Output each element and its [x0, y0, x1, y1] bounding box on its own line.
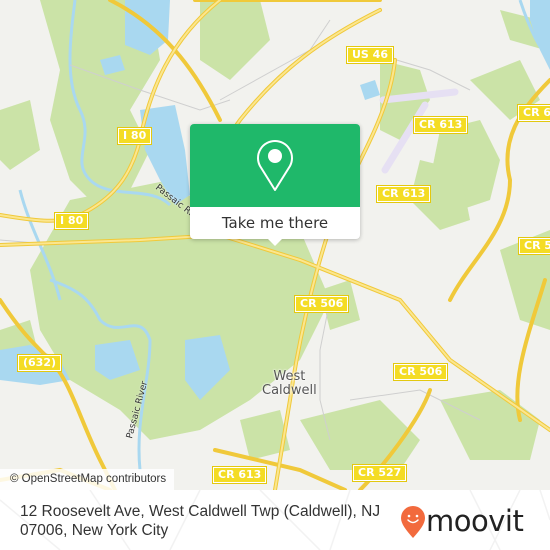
location-popup: Take me there: [190, 124, 360, 246]
road-shield-cr613: CR 613: [211, 466, 268, 484]
road-shield-cr613: CR 613: [412, 116, 469, 134]
take-me-there-button[interactable]: Take me there: [190, 207, 360, 239]
popup-header: [190, 124, 360, 207]
footer: 12 Roosevelt Ave, West Caldwell Twp (Cal…: [0, 490, 550, 550]
address-text: 12 Roosevelt Ave, West Caldwell Twp (Cal…: [20, 503, 381, 539]
road-shield-cr506: CR 506: [293, 295, 350, 313]
road-shield-i80: I 80: [116, 127, 153, 145]
moovit-logo[interactable]: moovit: [400, 504, 540, 540]
road-shield-cr52x: CR 52: [518, 237, 550, 255]
popup-pointer: [267, 238, 283, 246]
map-view[interactable]: US 46 I 80 I 80 CR 613 CR 613 CR 613 CR …: [0, 0, 550, 490]
road-shield-632: (632): [16, 354, 63, 372]
moovit-pin-icon: [401, 506, 425, 538]
location-pin-icon: [257, 140, 293, 191]
road-shield-cr506: CR 506: [392, 363, 449, 381]
road-shield-i80: I 80: [53, 212, 90, 230]
map-attribution[interactable]: © OpenStreetMap contributors: [0, 469, 175, 490]
moovit-wordmark: moovit: [426, 504, 524, 538]
road-shield-cr613: CR 613: [516, 104, 550, 122]
road-shield-cr527: CR 527: [351, 464, 408, 482]
road-shield-us46: US 46: [346, 46, 394, 64]
road-shield-cr613: CR 613: [375, 185, 432, 203]
place-label-west-caldwell: West Caldwell: [262, 369, 317, 398]
